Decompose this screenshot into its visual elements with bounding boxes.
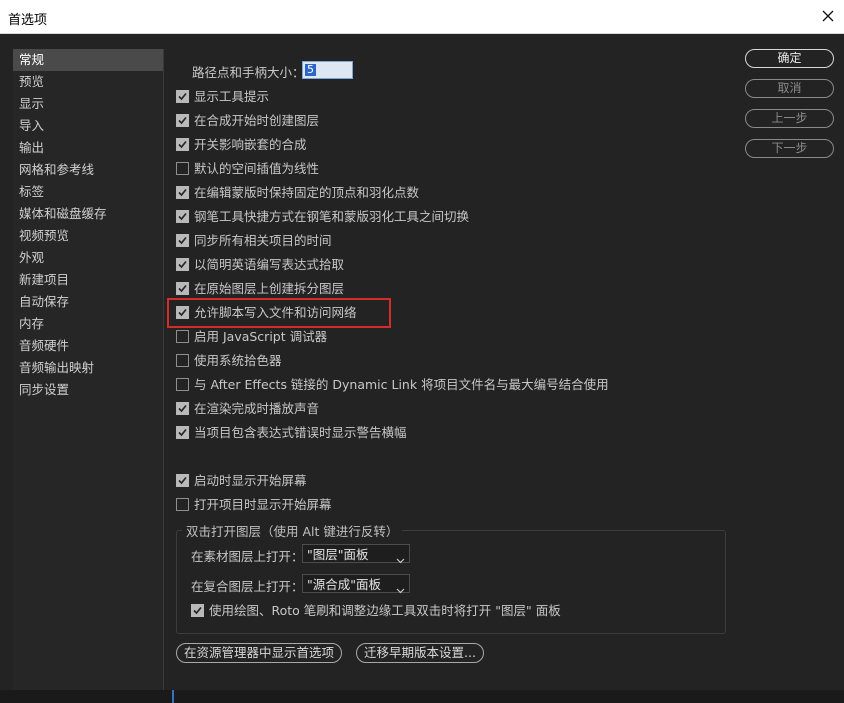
checkbox-label: 使用绘图、Roto 笔刷和调整边缘工具双击时将打开 "图层" 面板 bbox=[209, 603, 561, 618]
ok-button[interactable]: 确定 bbox=[745, 49, 834, 68]
checkbox-label: 启用 JavaScript 调试器 bbox=[194, 329, 328, 344]
checkbox-icon[interactable] bbox=[176, 162, 189, 175]
checkbox-dynamic-link-naming[interactable]: 与 After Effects 链接的 Dynamic Link 将项目文件名与… bbox=[176, 375, 609, 395]
checkbox-pen-tool-shortcut[interactable]: 钢笔工具快捷方式在钢笔和蒙版羽化工具之间切换 bbox=[176, 207, 469, 227]
migrate-settings-button[interactable]: 迁移早期版本设置... bbox=[356, 643, 484, 663]
checkbox-roto-opens-layer-panel[interactable]: 使用绘图、Roto 笔刷和调整边缘工具双击时将打开 "图层" 面板 bbox=[191, 601, 561, 621]
checkbox-icon[interactable] bbox=[176, 186, 189, 199]
checkbox-label: 在合成开始时创建图层 bbox=[194, 113, 320, 128]
general-panel: 路径点和手柄大小： 5 显示工具提示 在合成开始时创建图层 开关影响嵌套的合成 … bbox=[0, 0, 844, 703]
bottom-divider bbox=[172, 690, 174, 703]
checkbox-start-screen-on-launch[interactable]: 启动时显示开始屏幕 bbox=[176, 471, 307, 491]
checkbox-preserve-vertex-count[interactable]: 在编辑蒙版时保持固定的顶点和羽化点数 bbox=[176, 183, 419, 203]
checkbox-label: 与 After Effects 链接的 Dynamic Link 将项目文件名与… bbox=[194, 377, 609, 392]
checkbox-expression-error-banner[interactable]: 当项目包含表达式错误时显示警告横幅 bbox=[176, 423, 407, 443]
checkbox-icon[interactable] bbox=[191, 604, 204, 617]
chevron-down-icon bbox=[396, 580, 405, 599]
reveal-preferences-button[interactable]: 在资源管理器中显示首选项 bbox=[176, 643, 343, 663]
bottom-strip bbox=[0, 690, 844, 703]
checkbox-icon[interactable] bbox=[176, 258, 189, 271]
checkbox-icon[interactable] bbox=[176, 210, 189, 223]
checkbox-icon[interactable] bbox=[176, 282, 189, 295]
comp-layer-label: 在复合图层上打开： bbox=[191, 579, 304, 594]
chevron-down-icon bbox=[396, 550, 405, 569]
checkbox-icon[interactable] bbox=[176, 330, 189, 343]
checkbox-play-sound-on-render[interactable]: 在渲染完成时播放声音 bbox=[176, 399, 319, 419]
checkbox-icon[interactable] bbox=[176, 354, 189, 367]
comp-layer-value: "源合成"面板 bbox=[307, 577, 381, 592]
checkbox-icon[interactable] bbox=[176, 474, 189, 487]
path-point-size-label: 路径点和手柄大小： bbox=[192, 65, 305, 80]
footage-layer-value: "图层"面板 bbox=[307, 547, 369, 562]
checkbox-enable-js-debugger[interactable]: 启用 JavaScript 调试器 bbox=[176, 327, 327, 347]
checkbox-icon[interactable] bbox=[176, 426, 189, 439]
checkbox-icon[interactable] bbox=[176, 234, 189, 247]
checkbox-plain-english-pickwhip[interactable]: 以简明英语编写表达式拾取 bbox=[176, 255, 344, 275]
checkbox-split-on-original[interactable]: 在原始图层上创建拆分图层 bbox=[176, 279, 344, 299]
path-point-size-input[interactable]: 5 bbox=[302, 61, 353, 79]
highlight-box bbox=[167, 298, 391, 328]
checkbox-start-screen-on-open[interactable]: 打开项目时显示开始屏幕 bbox=[176, 495, 332, 515]
checkbox-label: 在编辑蒙版时保持固定的顶点和羽化点数 bbox=[194, 185, 420, 200]
checkbox-sync-time[interactable]: 同步所有相关项目的时间 bbox=[176, 231, 332, 251]
checkbox-label: 在原始图层上创建拆分图层 bbox=[194, 281, 345, 296]
checkbox-linear-spatial-interpolation[interactable]: 默认的空间插值为线性 bbox=[176, 159, 319, 179]
double-click-legend: 双击打开图层（使用 Alt 键进行反转） bbox=[182, 521, 403, 540]
checkbox-switches-affect-nested[interactable]: 开关影响嵌套的合成 bbox=[176, 135, 307, 155]
checkbox-system-color-picker[interactable]: 使用系统拾色器 bbox=[176, 351, 282, 371]
checkbox-icon[interactable] bbox=[176, 114, 189, 127]
checkbox-label: 显示工具提示 bbox=[194, 89, 270, 104]
cancel-button[interactable]: 取消 bbox=[745, 79, 834, 98]
footage-layer-label: 在素材图层上打开： bbox=[191, 549, 304, 564]
checkbox-label: 开关影响嵌套的合成 bbox=[194, 137, 307, 152]
checkbox-icon[interactable] bbox=[176, 90, 189, 103]
checkbox-show-tooltips[interactable]: 显示工具提示 bbox=[176, 87, 269, 107]
checkbox-label: 以简明英语编写表达式拾取 bbox=[194, 257, 345, 272]
checkbox-icon[interactable] bbox=[176, 378, 189, 391]
checkbox-create-layers-at-comp-start[interactable]: 在合成开始时创建图层 bbox=[176, 111, 319, 131]
checkbox-label: 当项目包含表达式错误时显示警告横幅 bbox=[194, 425, 407, 440]
checkbox-label: 同步所有相关项目的时间 bbox=[194, 233, 332, 248]
path-point-size-value: 5 bbox=[305, 63, 316, 76]
checkbox-label: 在渲染完成时播放声音 bbox=[194, 401, 320, 416]
checkbox-icon[interactable] bbox=[176, 498, 189, 511]
comp-layer-select[interactable]: "源合成"面板 bbox=[302, 574, 410, 594]
next-button[interactable]: 下一步 bbox=[745, 139, 834, 158]
checkbox-label: 使用系统拾色器 bbox=[194, 353, 282, 368]
checkbox-label: 启动时显示开始屏幕 bbox=[194, 473, 307, 488]
checkbox-icon[interactable] bbox=[176, 402, 189, 415]
checkbox-label: 默认的空间插值为线性 bbox=[194, 161, 320, 176]
footage-layer-select[interactable]: "图层"面板 bbox=[302, 544, 410, 564]
checkbox-label: 打开项目时显示开始屏幕 bbox=[194, 497, 332, 512]
checkbox-label: 钢笔工具快捷方式在钢笔和蒙版羽化工具之间切换 bbox=[194, 209, 470, 224]
checkbox-icon[interactable] bbox=[176, 138, 189, 151]
previous-button[interactable]: 上一步 bbox=[745, 109, 834, 128]
